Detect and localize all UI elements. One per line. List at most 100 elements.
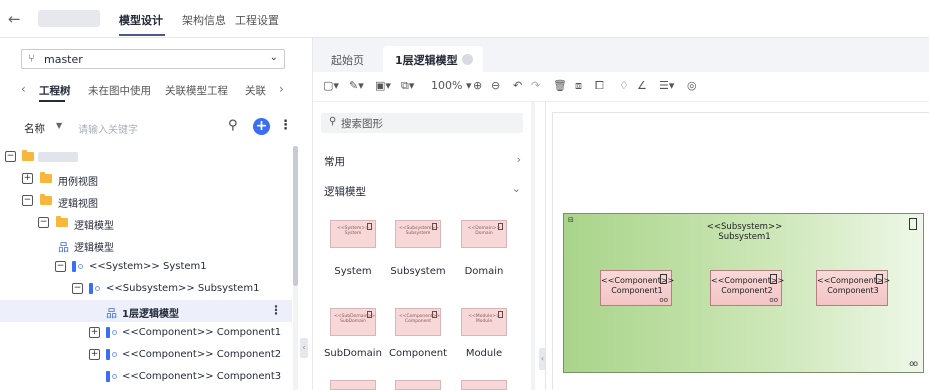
subtab-project-tree[interactable]: 工程树 <box>39 83 71 98</box>
collapse-toggle-icon[interactable]: − <box>38 217 49 228</box>
branch-icon: ⑂ <box>28 52 35 65</box>
redo-icon[interactable]: ↷ <box>531 79 540 92</box>
shape-tile-partial[interactable] <box>395 380 441 390</box>
bring-front-icon[interactable]: ⧈ <box>575 79 582 93</box>
line-color-icon[interactable]: ∠ <box>637 79 647 92</box>
zoom-out-icon[interactable]: ⊖ <box>491 79 500 92</box>
shape-search-input[interactable]: ⚲ 搜索图形 <box>321 113 523 133</box>
tree-scrollbar[interactable] <box>293 146 298 390</box>
project-name-placeholder <box>38 10 100 27</box>
chevron-down-icon[interactable]: ⌄ <box>512 182 521 195</box>
shape-tile-partial[interactable] <box>461 380 507 390</box>
subsystem-stereotype: <<Subsystem>> <box>706 222 783 232</box>
diagram-icon: 品 <box>106 307 117 320</box>
collapse-left-panel-handle[interactable]: ‹ <box>300 338 308 358</box>
undo-icon[interactable]: ↶ <box>513 79 522 92</box>
tree-row-layer1-logical-model[interactable]: 品 1层逻辑模型 ⋮ <box>0 300 292 322</box>
chevron-down-icon: ⌄ <box>269 52 278 63</box>
shape-system-tile[interactable]: <<System>> System <box>330 220 376 248</box>
component-icon <box>432 311 437 318</box>
component2-shape[interactable]: <<Component>> Component2 oo <box>710 270 784 306</box>
add-button[interactable]: + <box>253 118 270 135</box>
search-icon: ⚲ <box>329 116 337 127</box>
fill-color-icon[interactable]: ♢ <box>619 79 629 92</box>
send-back-icon[interactable]: ⧠ <box>595 79 604 93</box>
subtab-indicator <box>39 100 65 102</box>
location-icon[interactable]: ◎ <box>687 79 697 92</box>
category-logical-model[interactable]: 逻辑模型 <box>324 184 366 199</box>
zoom-in-icon[interactable]: ⊕ <box>473 79 482 92</box>
component1-shape[interactable]: <<Component>> Component1 oo <box>600 270 674 306</box>
shape-label: System <box>334 266 372 277</box>
tree-row-component1[interactable]: + <<Component>> Component1 <box>0 322 292 344</box>
subtab-linked-model-project[interactable]: 关联模型工程 <box>165 83 228 98</box>
tree-row-component3[interactable]: <<Component>> Component3 <box>0 366 292 388</box>
delete-icon[interactable]: 🗑 <box>553 79 567 92</box>
tree-row-logical-view[interactable]: − 逻辑视图 <box>0 190 292 212</box>
shape-domain-tile[interactable]: <<Domain>> Domain <box>461 220 507 248</box>
tree-row-component2[interactable]: + <<Component>> Component2 <box>0 344 292 366</box>
chevron-right-icon[interactable]: › <box>279 82 284 96</box>
expand-toggle-icon[interactable]: + <box>89 327 100 338</box>
shape-subsystem-tile[interactable]: <<Subsystem>> Subsystem <box>395 220 441 248</box>
expand-toggle-icon[interactable]: + <box>22 173 33 184</box>
folder-icon <box>22 150 34 161</box>
tree-row-logical-model-folder[interactable]: − 逻辑模型 <box>0 212 292 234</box>
branch-selector[interactable]: ⑂ master ⌄ <box>21 49 285 69</box>
collapse-toggle-icon[interactable]: − <box>55 261 66 272</box>
subsystem-shape[interactable]: ⊟ <<Subsystem>> Subsystem1 oo <<Componen… <box>563 213 924 373</box>
zoom-select[interactable]: 100% ▾ <box>431 79 471 92</box>
tree-row-usecase-view[interactable]: + 用例视图 <box>0 168 292 190</box>
chevron-right-icon[interactable]: › <box>517 153 521 166</box>
subtab-linked-more[interactable]: 关联 <box>245 83 266 98</box>
shape-component-tile[interactable]: <<Component>> Component <box>395 308 441 336</box>
tab-architecture-info[interactable]: 架构信息 <box>182 12 226 28</box>
project-tree: − + 用例视图 − 逻辑视图 − 逻辑模型 品 逻辑模型 − <<System… <box>0 146 296 390</box>
keyword-search-input[interactable]: 请输入关键字 <box>78 121 138 136</box>
back-arrow-icon[interactable]: ← <box>8 10 21 28</box>
tree-item-label: 逻辑模型 <box>74 243 114 254</box>
subtab-unused-in-diagram[interactable]: 未在图中使用 <box>88 83 151 98</box>
shape-search-placeholder: 搜索图形 <box>341 118 383 130</box>
tab-project-settings[interactable]: 工程设置 <box>235 12 279 28</box>
category-common[interactable]: 常用 <box>324 154 345 169</box>
close-tab-icon[interactable] <box>461 54 473 65</box>
document-tabs: 起始页 1层逻辑模型 <box>313 38 929 72</box>
tab-model-design[interactable]: 模型设计 <box>119 12 163 28</box>
component-name: Component3 <box>827 286 879 295</box>
shape-tile-partial[interactable] <box>330 380 376 390</box>
search-icon[interactable]: ⚲ <box>228 118 238 133</box>
row-more-icon[interactable]: ⋮ <box>270 303 282 317</box>
collapse-toggle-icon[interactable]: − <box>5 151 16 162</box>
component3-shape[interactable]: <<Component>> Component3 <box>816 270 890 306</box>
tree-row-logical-model-diagram[interactable]: 品 逻辑模型 <box>0 234 292 256</box>
tree-row-subsystem1[interactable]: − <<Subsystem>> Subsystem1 <box>0 278 292 300</box>
new-page-icon[interactable]: ▢▾ <box>323 79 339 92</box>
copy-format-icon[interactable]: ⧉▾ <box>401 79 414 93</box>
shape-module-tile[interactable]: <<Module>> Module <box>461 308 507 336</box>
collapse-toggle-icon[interactable]: − <box>22 195 33 206</box>
component-name: Component2 <box>721 286 773 295</box>
layout-icon[interactable]: ▣▾ <box>375 79 391 92</box>
shape-panel-scrollbar[interactable] <box>531 102 535 390</box>
shape-subdomain-tile[interactable]: <<SubDomain>> SubDomain <box>330 308 376 336</box>
subsystem-name: Subsystem1 <box>718 232 771 242</box>
doc-tab-start-page[interactable]: 起始页 <box>331 52 364 68</box>
filter-field-select[interactable]: 名称 <box>24 121 45 136</box>
expand-toggle-icon[interactable]: + <box>89 349 100 360</box>
component-icon <box>498 223 503 230</box>
more-options-icon[interactable]: ⋮ <box>279 118 292 133</box>
tree-row-system1[interactable]: − <<System>> System1 <box>0 256 292 278</box>
arrange-icon[interactable]: ☰▾ <box>659 79 674 92</box>
diagram-canvas[interactable]: ⊟ <<Subsystem>> Subsystem1 oo <<Componen… <box>545 102 929 390</box>
scrollbar-thumb[interactable] <box>293 146 298 286</box>
tree-item-label: 逻辑视图 <box>58 199 98 210</box>
component-icon <box>89 283 102 294</box>
edit-icon[interactable]: ✎▾ <box>349 79 364 92</box>
caret-down-icon[interactable]: ▼ <box>56 121 62 130</box>
doc-tab-layer1-logical-model[interactable]: 1层逻辑模型 <box>383 46 483 72</box>
collapse-toggle-icon[interactable]: − <box>72 283 83 294</box>
chevron-left-icon[interactable]: ‹ <box>21 82 26 96</box>
tree-item-label: 逻辑模型 <box>74 221 114 232</box>
tree-row-root[interactable]: − <box>0 146 292 168</box>
